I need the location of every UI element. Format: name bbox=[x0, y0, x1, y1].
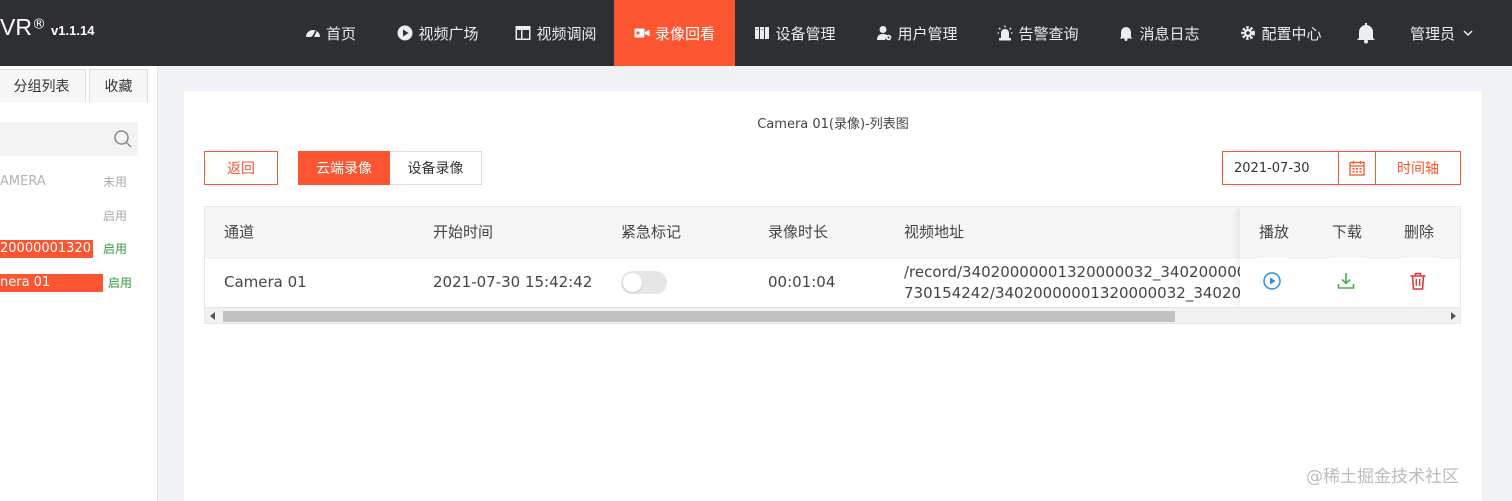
cell-start-time: 2021-07-30 15:42:42 bbox=[433, 273, 593, 291]
sidebar: 分组列表 收藏 AMERA 未用 启用 20000001320 启用 nera … bbox=[0, 66, 158, 501]
column-header-play: 播放 bbox=[1259, 207, 1290, 258]
column-header-start-time: 开始时间 bbox=[433, 223, 494, 241]
record-source-toggle: 云端录像 设备录像 bbox=[298, 151, 482, 185]
page-title: Camera 01(录像)-列表图 bbox=[757, 117, 909, 132]
user-menu[interactable]: 管理员 bbox=[1410, 0, 1473, 66]
column-header-channel: 通道 bbox=[224, 223, 255, 241]
nav-item-playback[interactable]: 录像回看 bbox=[614, 0, 735, 66]
status-badge: 启用 bbox=[103, 209, 128, 223]
top-navbar: VR® v1.1.14 首页 视频广场 视频调阅 录像回看 设备管理 用户管理 bbox=[0, 0, 1512, 66]
nav-label: 首页 bbox=[325, 24, 356, 43]
gear-icon bbox=[1241, 26, 1256, 40]
scroll-left-arrow-icon[interactable] bbox=[210, 312, 215, 320]
status-badge: 启用 bbox=[103, 242, 128, 256]
horizontal-scrollbar[interactable] bbox=[205, 307, 1460, 323]
sidebar-search-input[interactable] bbox=[0, 122, 138, 156]
device-record-button[interactable]: 设备录像 bbox=[390, 151, 482, 185]
nav-label: 设备管理 bbox=[775, 24, 836, 43]
brand-name: VR bbox=[0, 14, 32, 40]
calendar-icon bbox=[1349, 161, 1365, 176]
nav-label: 录像回看 bbox=[654, 24, 715, 43]
nav-label: 告警查询 bbox=[1018, 24, 1079, 43]
cell-channel: Camera 01 bbox=[224, 273, 307, 291]
cloud-record-button[interactable]: 云端录像 bbox=[298, 151, 390, 185]
dashboard-icon bbox=[305, 30, 320, 39]
notification-bell-icon[interactable] bbox=[1355, 22, 1377, 44]
status-badge: 启用 bbox=[108, 276, 133, 290]
column-header-urgent: 紧急标记 bbox=[621, 223, 682, 241]
nav-label: 视频调阅 bbox=[536, 24, 597, 43]
url-line: /record/34020000001320000032_34020000001… bbox=[904, 263, 1240, 281]
tree-item-label: nera 01 bbox=[0, 274, 103, 292]
layout-icon bbox=[515, 26, 531, 40]
timeline-button[interactable]: 时间轴 bbox=[1376, 151, 1461, 185]
tree-item-selected[interactable]: nera 01 启用 bbox=[0, 274, 158, 292]
tab-group-list[interactable]: 分组列表 bbox=[0, 69, 86, 102]
main-panel: Camera 01(录像)-列表图 返回 云端录像 设备录像 2021-07-3… bbox=[184, 91, 1482, 501]
tree-item[interactable]: 启用 bbox=[0, 207, 158, 225]
sidebar-tabs: 分组列表 收藏 bbox=[0, 69, 148, 102]
column-header-delete: 删除 bbox=[1404, 207, 1435, 258]
delete-icon[interactable] bbox=[1408, 271, 1428, 291]
url-line: 730154242/34020000001320000032_340200000… bbox=[904, 284, 1240, 302]
nav-label: 视频广场 bbox=[418, 24, 479, 43]
tree-item-label: AMERA bbox=[0, 174, 46, 189]
column-header-duration: 录像时长 bbox=[768, 223, 829, 241]
status-badge: 未用 bbox=[103, 175, 128, 189]
user-gear-icon bbox=[877, 26, 892, 41]
play-circle-icon bbox=[397, 25, 413, 41]
play-icon[interactable] bbox=[1262, 271, 1282, 291]
actions-column: 播放 下载 删除 bbox=[1240, 207, 1460, 307]
column-header-download: 下载 bbox=[1332, 207, 1363, 258]
nav-item-config-center[interactable]: 配置中心 bbox=[1221, 0, 1341, 66]
bell-icon bbox=[1119, 27, 1133, 41]
urgent-toggle[interactable] bbox=[621, 271, 667, 294]
nav-item-home[interactable]: 首页 bbox=[283, 0, 378, 66]
alarm-icon bbox=[997, 25, 1013, 41]
tree-item-label: 20000001320 bbox=[0, 240, 93, 258]
brand-logo[interactable]: VR® v1.1.14 bbox=[0, 14, 94, 41]
date-input[interactable]: 2021-07-30 bbox=[1222, 151, 1338, 185]
search-icon[interactable] bbox=[113, 129, 133, 149]
download-icon[interactable] bbox=[1336, 271, 1356, 291]
nav-item-user-management[interactable]: 用户管理 bbox=[855, 0, 979, 66]
user-name: 管理员 bbox=[1410, 24, 1456, 43]
nav-label: 消息日志 bbox=[1139, 24, 1200, 43]
chevron-down-icon bbox=[1463, 30, 1473, 37]
back-button[interactable]: 返回 bbox=[204, 151, 278, 185]
device-icon bbox=[755, 27, 770, 39]
cell-duration: 00:01:04 bbox=[768, 273, 836, 291]
scroll-right-arrow-icon[interactable] bbox=[1451, 312, 1456, 320]
version-label: v1.1.14 bbox=[51, 23, 95, 38]
nav-label: 配置中心 bbox=[1261, 24, 1322, 43]
main-nav: 首页 视频广场 视频调阅 录像回看 设备管理 用户管理 告警查询 消息日志 配置… bbox=[283, 0, 1341, 66]
video-camera-icon bbox=[634, 28, 650, 38]
registered-mark: ® bbox=[31, 16, 46, 33]
toggle-knob bbox=[623, 273, 642, 292]
watermark: @稀土掘金技术社区 bbox=[1306, 467, 1459, 487]
cell-url: /record/34020000001320000032_34020000001… bbox=[904, 262, 1240, 311]
scrollbar-thumb[interactable] bbox=[223, 311, 1175, 322]
record-table: 通道 开始时间 紧急标记 录像时长 视频地址 Camera 01 2021-07… bbox=[204, 206, 1461, 324]
tree-item[interactable]: 20000001320 启用 bbox=[0, 240, 158, 258]
calendar-button[interactable] bbox=[1338, 151, 1376, 185]
nav-item-video-square[interactable]: 视频广场 bbox=[378, 0, 498, 66]
nav-label: 用户管理 bbox=[897, 24, 958, 43]
tab-favorites[interactable]: 收藏 bbox=[89, 69, 148, 102]
tree-item[interactable]: AMERA 未用 bbox=[0, 173, 158, 191]
nav-item-video-browse[interactable]: 视频调阅 bbox=[498, 0, 614, 66]
nav-item-alarm-query[interactable]: 告警查询 bbox=[979, 0, 1097, 66]
column-header-url: 视频地址 bbox=[904, 223, 965, 241]
nav-item-message-log[interactable]: 消息日志 bbox=[1097, 0, 1221, 66]
nav-item-device-management[interactable]: 设备管理 bbox=[735, 0, 855, 66]
